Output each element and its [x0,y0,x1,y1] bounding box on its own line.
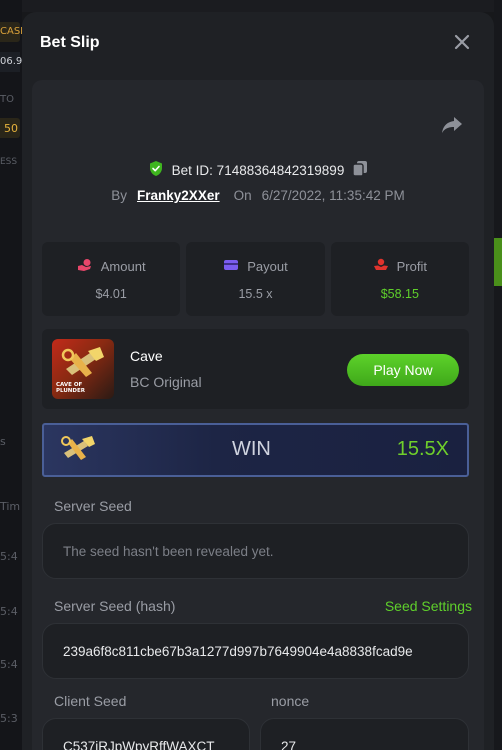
stat-payout-label: Payout [247,258,288,274]
background-text: 5:4 [0,658,18,671]
game-name: Cave [130,348,163,364]
username-link[interactable]: Franky2XXer [137,188,220,203]
pickaxe-icon [58,431,106,471]
background-text: 5:3 [0,712,18,725]
profit-hand-icon [373,258,389,275]
background-app-strip: CASH 06.9 TO 50 ESS s Tim 5:4 5:4 5:4 5:… [0,0,22,750]
server-seed-label: Server Seed [54,498,132,514]
result-banner: WIN 15.5X [42,423,469,477]
verified-shield-icon [148,160,164,181]
stat-profit: Profit $58.15 [330,242,469,316]
stat-amount-header: Amount [77,258,146,275]
background-text: 06.9 [0,56,22,67]
money-hand-icon [77,258,93,275]
server-seed-hash-field[interactable]: 239a6f8c811cbe67b3a1277d997b7649904e4a88… [42,623,469,679]
game-card: CAVE OF PLUNDER Cave BC Original Play No… [42,329,469,409]
background-right-edge [494,0,502,750]
stat-profit-value: $58.15 [380,286,419,301]
stat-amount-label: Amount [100,258,146,274]
copy-icon[interactable] [352,160,368,181]
background-green-button [494,238,502,286]
background-text: 5:4 [0,605,18,618]
bet-id: Bet ID: 71488364842319899 [171,163,345,178]
bet-date: 6/27/2022, 11:35:42 PM [261,188,405,203]
play-now-button[interactable]: Play Now [347,354,459,386]
bet-id-row: Bet ID: 71488364842319899 [32,160,484,181]
background-text: ESS [0,157,18,167]
stat-amount: Amount $4.01 [42,242,181,316]
seed-settings-link[interactable]: Seed Settings [385,598,472,614]
server-seed-field[interactable]: The seed hasn't been revealed yet. [42,523,469,579]
on-label: On [233,188,252,203]
stat-profit-label: Profit [396,258,427,274]
game-thumbnail-text: CAVE OF PLUNDER [56,382,85,394]
share-icon[interactable] [440,115,464,135]
game-thumbnail[interactable]: CAVE OF PLUNDER [52,339,114,399]
background-text: Tim [0,500,21,513]
background-text: TO [0,94,14,105]
result-label: WIN [232,438,271,460]
modal-header: Bet Slip [22,12,494,74]
background-top-bar [0,0,502,12]
stat-amount-value: $4.01 [95,286,127,301]
server-seed-hash-label: Server Seed (hash) [54,598,176,614]
client-seed-field[interactable]: C537iRJpWpyRffWAXCT [42,718,250,750]
bet-slip-modal: Bet Slip Bet ID: 71488364842319899 By Fr… [22,12,494,750]
background-text: s [0,435,6,448]
bet-stats: Amount $4.01 Payout 15.5 x Profit $58.15 [42,242,469,316]
background-text: 50 [4,122,18,135]
thumb-text-line2: PLUNDER [56,388,85,394]
client-seed-label: Client Seed [54,693,127,709]
stat-profit-header: Profit [373,258,427,275]
by-label: By [111,188,128,203]
bet-author-row: By Franky2XXer On 6/27/2022, 11:35:42 PM [32,188,484,203]
game-provider: BC Original [130,374,202,390]
bet-details-panel: Bet ID: 71488364842319899 By Franky2XXer… [32,80,484,750]
modal-title: Bet Slip [40,34,100,51]
result-multiplier: 15.5X [396,438,449,460]
stat-payout: Payout 15.5 x [186,242,325,316]
background-text: CASH [0,26,22,37]
stat-payout-header: Payout [223,258,288,275]
nonce-field[interactable]: 27 [260,718,469,750]
stat-payout-value: 15.5 x [238,286,273,301]
close-icon[interactable] [452,32,472,52]
wallet-card-icon [223,258,239,275]
nonce-label: nonce [271,693,310,709]
background-text: 5:4 [0,550,18,563]
